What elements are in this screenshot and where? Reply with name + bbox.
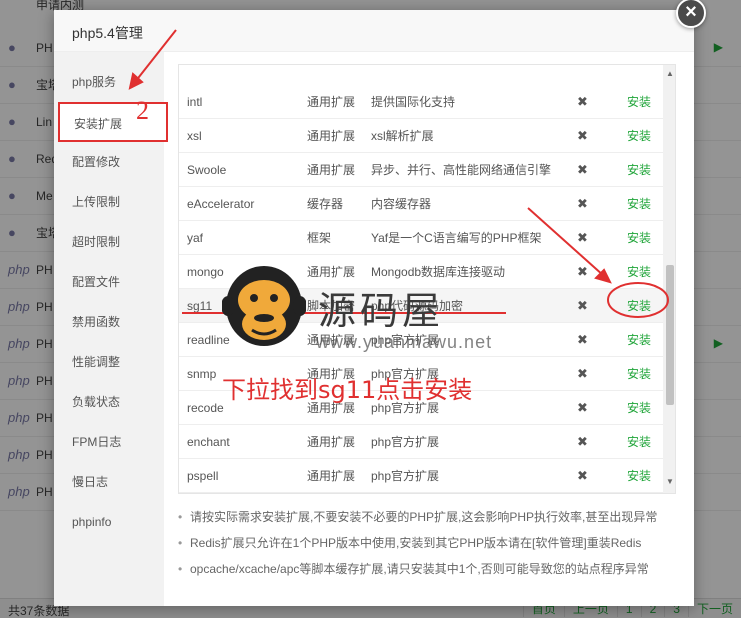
ext-type: 缓存器 bbox=[307, 197, 344, 211]
monkey-logo-icon bbox=[222, 266, 306, 346]
ext-desc: 提供国际化支持 bbox=[371, 95, 456, 109]
table-row: xsl 通用扩展 xsl解析扩展 ✖ 安装 bbox=[179, 119, 663, 153]
modal-sidebar: php服务 安装扩展 配置修改 上传限制 超时限制 配置文件 禁用函数 性能调整… bbox=[54, 52, 168, 606]
tab-load-status[interactable]: 负载状态 bbox=[54, 382, 164, 422]
install-link[interactable]: 安装 bbox=[627, 357, 651, 391]
not-installed-icon: ✖ bbox=[577, 366, 588, 381]
ext-desc: php官方扩展 bbox=[371, 435, 440, 449]
ext-desc: Yaf是一个C语言编写的PHP框架 bbox=[371, 231, 542, 245]
not-installed-icon: ✖ bbox=[577, 128, 588, 143]
ext-name: intl bbox=[187, 95, 203, 109]
ext-type: 通用扩展 bbox=[307, 129, 356, 143]
install-link[interactable]: 安装 bbox=[627, 255, 651, 289]
modal-title: php5.4管理 bbox=[72, 25, 143, 41]
table-row: yaf 框架 Yaf是一个C语言编写的PHP框架 ✖ 安装 bbox=[179, 221, 663, 255]
not-installed-icon: ✖ bbox=[577, 298, 588, 313]
ext-type: 通用扩展 bbox=[307, 95, 356, 109]
install-link[interactable]: 安装 bbox=[627, 391, 651, 425]
install-link[interactable]: 安装 bbox=[627, 221, 651, 255]
watermark-url: www.yuanmawu.net bbox=[316, 332, 493, 352]
not-installed-icon: ✖ bbox=[577, 196, 588, 211]
tab-slow-log[interactable]: 慢日志 bbox=[54, 462, 164, 502]
not-installed-icon: ✖ bbox=[577, 264, 588, 279]
not-installed-icon: ✖ bbox=[577, 94, 588, 109]
table-row: Swoole 通用扩展 异步、并行、高性能网络通信引擎 ✖ 安装 bbox=[179, 153, 663, 187]
ext-name: pspell bbox=[187, 469, 219, 483]
ext-name: enchant bbox=[187, 435, 230, 449]
tab-disabled-functions[interactable]: 禁用函数 bbox=[54, 302, 164, 342]
not-installed-icon: ✖ bbox=[577, 332, 588, 347]
table-scrollbar[interactable]: ▲ ▼ bbox=[663, 65, 675, 493]
install-link[interactable]: 安装 bbox=[627, 119, 651, 153]
table-row: pspell 通用扩展 php官方扩展 ✖ 安装 bbox=[179, 459, 663, 493]
watermark-title: 源码屋 bbox=[318, 289, 445, 333]
ext-name: snmp bbox=[187, 367, 217, 381]
ext-name: mongo bbox=[187, 265, 224, 279]
tab-config-edit[interactable]: 配置修改 bbox=[54, 142, 164, 182]
tab-phpinfo[interactable]: phpinfo bbox=[54, 502, 164, 542]
ext-desc: 异步、并行、高性能网络通信引擎 bbox=[371, 163, 552, 177]
tab-upload-limit[interactable]: 上传限制 bbox=[54, 182, 164, 222]
install-link[interactable]: 安装 bbox=[627, 425, 651, 459]
install-link[interactable]: 安装 bbox=[627, 85, 651, 119]
install-link[interactable]: 安装 bbox=[627, 323, 651, 357]
not-installed-icon: ✖ bbox=[577, 400, 588, 415]
tab-install-extension[interactable]: 安装扩展 bbox=[58, 102, 168, 142]
ext-name: sg11 bbox=[187, 299, 213, 313]
notes-list: 请按实际需求安装扩展,不要安装不必要的PHP扩展,这会影响PHP执行效率,甚至出… bbox=[176, 504, 686, 582]
install-link[interactable]: 安装 bbox=[627, 187, 651, 221]
ext-name: xsl bbox=[187, 129, 202, 143]
modal-header: php5.4管理 bbox=[54, 10, 694, 52]
tab-timeout-limit[interactable]: 超时限制 bbox=[54, 222, 164, 262]
ext-type: 通用扩展 bbox=[307, 435, 356, 449]
ext-name: recode bbox=[187, 401, 224, 415]
install-link[interactable]: 安装 bbox=[627, 289, 651, 323]
scroll-up-icon[interactable]: ▲ bbox=[666, 69, 674, 78]
not-installed-icon: ✖ bbox=[577, 230, 588, 245]
not-installed-icon: ✖ bbox=[577, 468, 588, 483]
tab-performance[interactable]: 性能调整 bbox=[54, 342, 164, 382]
not-installed-icon: ✖ bbox=[577, 434, 588, 449]
scroll-down-icon[interactable]: ▼ bbox=[666, 477, 674, 486]
not-installed-icon: ✖ bbox=[577, 162, 588, 177]
note-item: opcache/xcache/apc等脚本缓存扩展,请只安装其中1个,否则可能导… bbox=[176, 556, 686, 582]
ext-name: yaf bbox=[187, 231, 204, 245]
note-item: Redis扩展只允许在1个PHP版本中使用,安装到其它PHP版本请在[软件管理]… bbox=[176, 530, 686, 556]
step-number-annotation: 2 bbox=[136, 96, 149, 125]
ext-type: 通用扩展 bbox=[307, 469, 356, 483]
table-row: intl 通用扩展 提供国际化支持 ✖ 安装 bbox=[179, 85, 663, 119]
install-link[interactable]: 安装 bbox=[627, 153, 651, 187]
ext-desc: php官方扩展 bbox=[371, 469, 440, 483]
table-row: eAccelerator 缓存器 内容缓存器 ✖ 安装 bbox=[179, 187, 663, 221]
ext-type: 通用扩展 bbox=[307, 163, 356, 177]
table-row: enchant 通用扩展 php官方扩展 ✖ 安装 bbox=[179, 425, 663, 459]
ext-desc: xsl解析扩展 bbox=[371, 129, 434, 143]
ext-name: eAccelerator bbox=[187, 197, 255, 211]
ext-name: Swoole bbox=[187, 163, 227, 177]
instruction-annotation: 下拉找到sg11点击安装 bbox=[222, 376, 473, 404]
note-item: 请按实际需求安装扩展,不要安装不必要的PHP扩展,这会影响PHP执行效率,甚至出… bbox=[176, 504, 686, 530]
install-link[interactable]: 安装 bbox=[627, 459, 651, 493]
ext-desc: 内容缓存器 bbox=[371, 197, 432, 211]
tab-fpm-log[interactable]: FPM日志 bbox=[54, 422, 164, 462]
ext-type: 框架 bbox=[307, 231, 332, 245]
tab-config-file[interactable]: 配置文件 bbox=[54, 262, 164, 302]
scroll-thumb[interactable] bbox=[666, 265, 674, 405]
